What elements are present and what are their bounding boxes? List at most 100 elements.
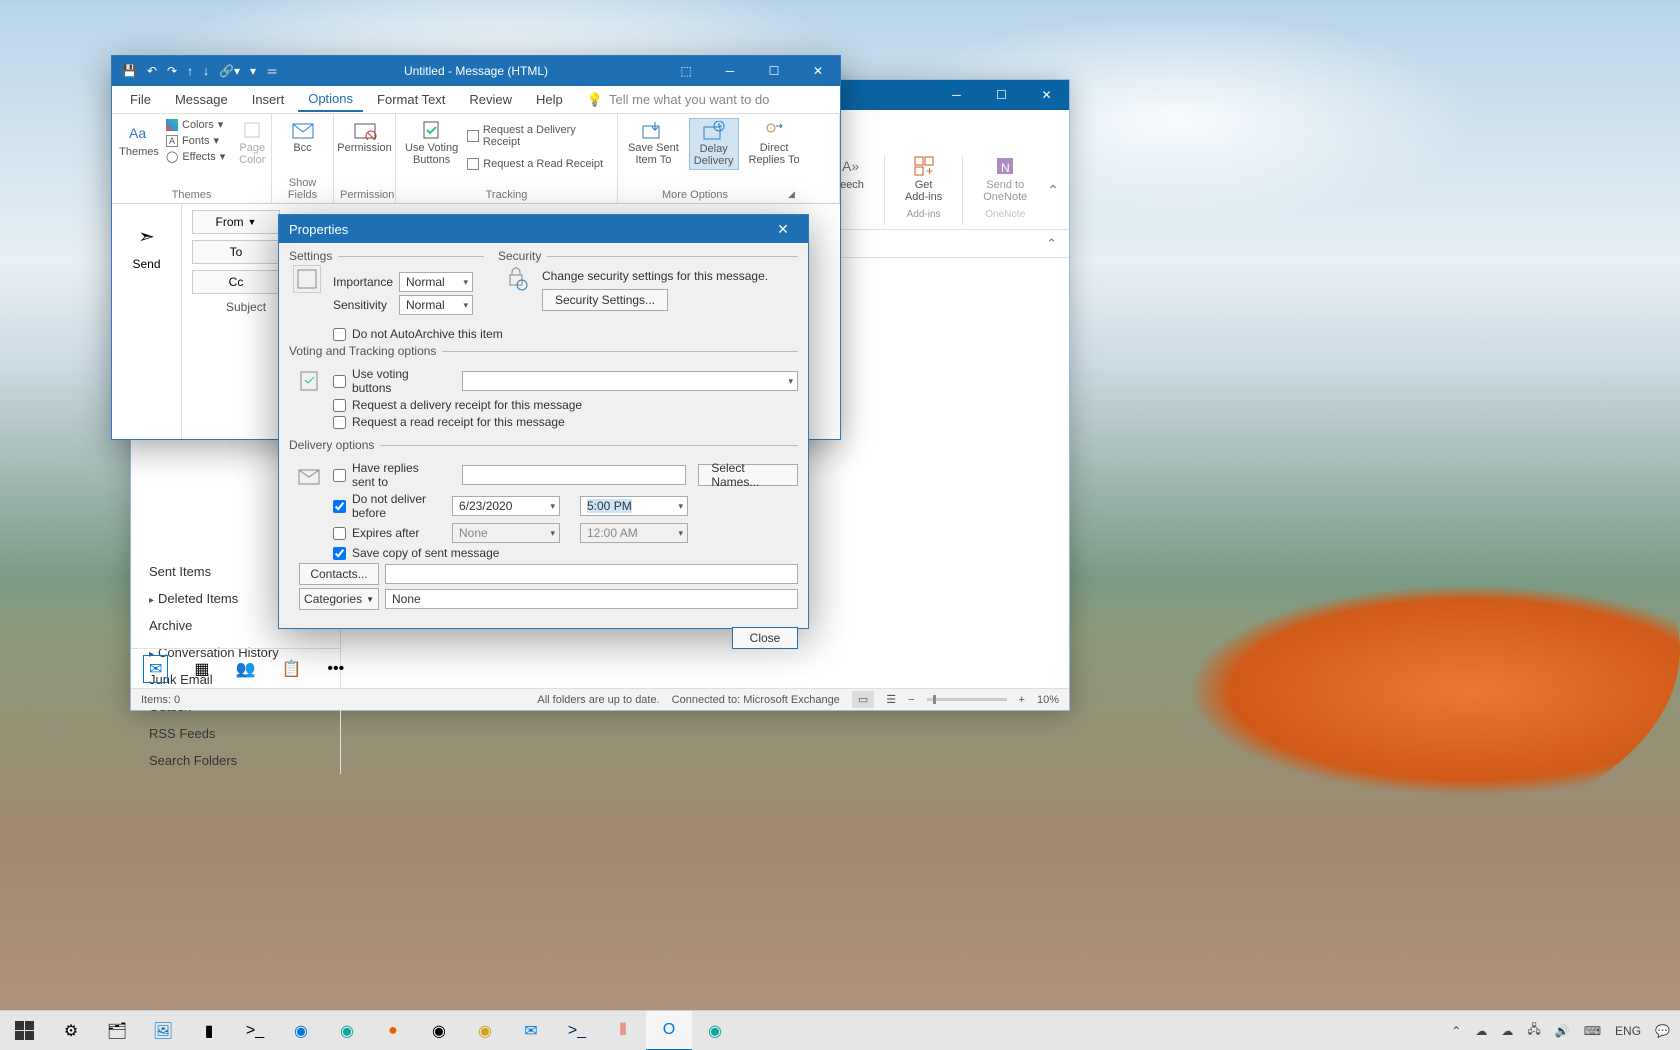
tasks-icon[interactable]: 📋 — [281, 659, 301, 679]
tab-message[interactable]: Message — [165, 88, 238, 111]
qat-customize-icon[interactable]: ＝ — [266, 63, 278, 80]
language-indicator[interactable]: ENG — [1615, 1024, 1641, 1038]
view-reading-icon[interactable]: ☰ — [886, 693, 896, 706]
bcc-button[interactable]: Bcc — [282, 118, 324, 156]
more-options-launcher-icon[interactable]: ◢ — [788, 189, 795, 201]
contacts-input[interactable] — [385, 564, 798, 584]
expires-time-select[interactable]: 12:00 AM — [580, 523, 688, 543]
minimize-button[interactable]: ─ — [934, 80, 979, 110]
file-explorer-icon[interactable]: 🗂 — [94, 1011, 140, 1050]
save-icon[interactable]: 💾 — [122, 64, 137, 78]
tab-help[interactable]: Help — [526, 88, 573, 111]
photos-icon[interactable]: 🖼 — [140, 1011, 186, 1050]
calendar-icon[interactable]: ▦ — [194, 659, 209, 679]
people-icon[interactable]: 👥 — [236, 659, 256, 679]
close-button[interactable]: ✕ — [1024, 80, 1069, 110]
close-button[interactable]: ✕ — [768, 221, 798, 238]
delivery-receipt-checkbox[interactable] — [333, 399, 346, 412]
ribbon-collapse-icon[interactable]: ⌃ — [1047, 182, 1059, 199]
undo-icon[interactable]: ↶ — [147, 64, 157, 78]
chrome-icon[interactable]: ◉ — [416, 1011, 462, 1050]
network-icon[interactable]: 🖧 — [1527, 1020, 1540, 1041]
tab-insert[interactable]: Insert — [242, 88, 295, 111]
edge-beta-icon[interactable]: ◉ — [324, 1011, 370, 1050]
save-sent-button[interactable]: Save Sent Item To — [624, 118, 683, 168]
tab-review[interactable]: Review — [459, 88, 522, 111]
categories-button[interactable]: Categories ▼ — [299, 588, 379, 610]
chrome-canary-icon[interactable]: ◉ — [462, 1011, 508, 1050]
redo-icon[interactable]: ↷ — [167, 64, 177, 78]
no-deliver-before-checkbox[interactable] — [333, 500, 346, 513]
voting-options-select[interactable] — [462, 371, 798, 391]
down-icon[interactable]: ↓ — [203, 64, 209, 78]
settings-icon[interactable]: ⚙ — [48, 1011, 94, 1050]
permission-button[interactable]: Permission — [340, 118, 389, 156]
folder-rss-feeds[interactable]: RSS Feeds — [131, 720, 340, 747]
deliver-time-select[interactable]: 5:00 PM — [580, 496, 688, 516]
cc-button[interactable]: Cc — [192, 270, 280, 294]
fonts-button[interactable]: AFonts ▾ — [166, 134, 225, 147]
delay-delivery-button[interactable]: Delay Delivery — [689, 118, 739, 170]
tell-me-search[interactable]: 💡 Tell me what you want to do — [587, 92, 770, 108]
tray-overflow-icon[interactable]: ⌃ — [1451, 1024, 1461, 1038]
contacts-button[interactable]: Contacts... — [299, 563, 379, 585]
keyboard-icon[interactable]: ⌨ — [1584, 1024, 1601, 1038]
maximize-button[interactable]: ☐ — [979, 80, 1024, 110]
page-color-button[interactable]: Page Color — [231, 118, 273, 168]
direct-replies-button[interactable]: Direct Replies To — [745, 118, 804, 168]
no-autoarchive-checkbox[interactable] — [333, 328, 346, 341]
read-receipt-checkbox[interactable] — [333, 416, 346, 429]
themes-button[interactable]: Aa Themes — [118, 118, 160, 160]
close-button[interactable]: ✕ — [796, 56, 840, 86]
up-icon[interactable]: ↑ — [187, 64, 193, 78]
use-voting-checkbox[interactable] — [333, 375, 346, 388]
onedrive-icon-2[interactable]: ☁ — [1501, 1024, 1513, 1038]
colors-button[interactable]: Colors ▾ — [166, 118, 225, 131]
onedrive-icon[interactable]: ☁ — [1475, 1024, 1487, 1038]
start-button[interactable] — [0, 1011, 48, 1050]
security-settings-button[interactable]: Security Settings... — [542, 289, 668, 311]
zoom-in-icon[interactable]: + — [1019, 694, 1025, 706]
send-button[interactable]: Send — [132, 257, 160, 271]
delivery-receipt-checkbox[interactable]: Request a Delivery Receipt — [467, 124, 611, 148]
qat-more-icon[interactable]: ▾ — [250, 64, 256, 78]
maximize-button[interactable]: ☐ — [752, 56, 796, 86]
zoom-slider[interactable] — [927, 698, 1007, 701]
save-copy-checkbox[interactable] — [333, 547, 346, 560]
more-icon[interactable]: ••• — [327, 660, 344, 678]
expires-date-select[interactable]: None — [452, 523, 560, 543]
zoom-out-icon[interactable]: − — [908, 694, 914, 706]
terminal-icon[interactable]: ▮ — [186, 1011, 232, 1050]
select-names-button[interactable]: Select Names... — [698, 464, 798, 486]
onenote-button[interactable]: N Send to OneNote OneNote — [983, 155, 1027, 220]
folder-search-folders[interactable]: Search Folders — [131, 747, 340, 774]
sensitivity-select[interactable]: Normal — [399, 295, 473, 315]
volume-icon[interactable]: 🔊 — [1555, 1024, 1570, 1038]
importance-select[interactable]: Normal — [399, 272, 473, 292]
minimize-button[interactable]: ─ — [708, 56, 752, 86]
read-receipt-checkbox[interactable]: Request a Read Receipt — [467, 158, 611, 170]
cmd-icon[interactable]: >_ — [232, 1011, 278, 1050]
effects-button[interactable]: ◯Effects ▾ — [166, 150, 225, 163]
from-button[interactable]: From ▼ — [192, 210, 280, 234]
app-icon[interactable]: ⦀ — [600, 1011, 646, 1050]
mail-icon[interactable]: ✉ — [143, 655, 168, 683]
mail-icon[interactable]: ✉ — [508, 1011, 554, 1050]
powershell-icon[interactable]: >_ — [554, 1011, 600, 1050]
edge-icon[interactable]: ◉ — [278, 1011, 324, 1050]
close-button[interactable]: Close — [732, 627, 798, 649]
edge-dev-icon[interactable]: ◉ — [692, 1011, 738, 1050]
expires-checkbox[interactable] — [333, 527, 346, 540]
replies-checkbox[interactable] — [333, 469, 346, 482]
tab-format-text[interactable]: Format Text — [367, 88, 455, 111]
outlook-taskbar-icon[interactable]: O — [646, 1011, 692, 1050]
to-button[interactable]: To — [192, 240, 280, 264]
attach-icon[interactable]: 🔗▾ — [219, 64, 240, 78]
replies-input[interactable] — [462, 465, 686, 485]
tab-options[interactable]: Options — [298, 87, 363, 112]
tab-file[interactable]: File — [120, 88, 161, 111]
reading-pane-collapse-icon[interactable]: ⌃ — [1046, 236, 1057, 252]
view-normal-icon[interactable]: ▭ — [852, 691, 874, 708]
firefox-icon[interactable]: ● — [370, 1011, 416, 1050]
action-center-icon[interactable]: 💬 — [1655, 1024, 1670, 1038]
